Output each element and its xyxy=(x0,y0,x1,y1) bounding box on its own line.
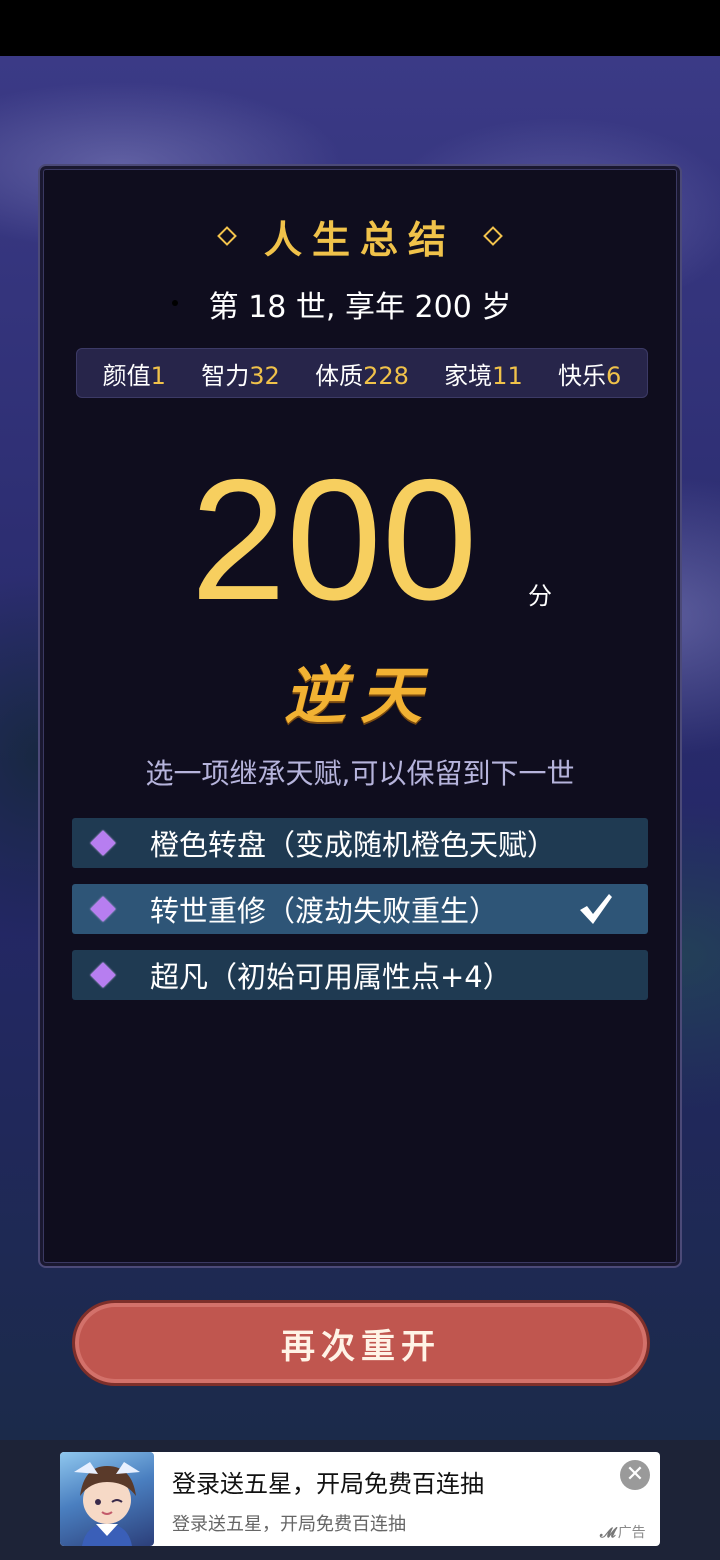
diamond-ornament-icon xyxy=(217,226,237,246)
ad-label: 𝓜 广告 xyxy=(600,1522,646,1542)
ad-label-text: 广告 xyxy=(617,1525,646,1541)
attribute-label: 快乐 xyxy=(558,361,607,390)
diamond-ornament-icon xyxy=(483,226,503,246)
attribute-label: 颜值 xyxy=(102,361,151,390)
score-value: 200 xyxy=(190,444,478,636)
inherit-option-label: 转世重修（渡劫失败重生） xyxy=(150,894,499,928)
diamond-bullet-icon xyxy=(90,896,116,922)
summary-title-text: 人生总结 xyxy=(263,216,456,262)
inherit-option[interactable]: 橙色转盘（变成随机橙色天赋） xyxy=(72,818,648,868)
inherit-option[interactable]: 超凡（初始可用属性点+4） xyxy=(72,950,648,1000)
inherit-prompt: 选一项继承天赋,可以保留到下一世 xyxy=(145,757,575,790)
attribute-value: 11 xyxy=(492,361,523,390)
attribute-value: 1 xyxy=(150,361,166,390)
diamond-bullet-icon xyxy=(90,962,116,988)
life-subtitle: 第 18 世, 享年 200 岁 xyxy=(208,290,512,325)
ad-character-image xyxy=(60,1452,154,1546)
score-unit: 分 xyxy=(528,582,552,610)
attribute-item: 颜值1 xyxy=(103,356,166,391)
ad-card[interactable]: 登录送五星，开局免费百连抽 登录送五星，开局免费百连抽 ✕ 𝓜 广告 xyxy=(60,1452,660,1546)
attributes-bar: 颜值1 智力32 体质228 家境11 快乐6 xyxy=(76,348,648,398)
attribute-label: 体质 xyxy=(315,361,364,390)
attribute-item: 家境11 xyxy=(444,356,523,391)
ad-title: 登录送五星，开局免费百连抽 xyxy=(172,1470,484,1498)
attribute-item: 体质228 xyxy=(315,356,409,391)
attribute-label: 家境 xyxy=(444,361,493,390)
inherit-option-label: 橙色转盘（变成随机橙色天赋） xyxy=(150,828,557,862)
ad-description: 登录送五星，开局免费百连抽 xyxy=(172,1514,406,1535)
score-grade: 逆天 xyxy=(283,659,436,732)
inherit-option-label: 超凡（初始可用属性点+4） xyxy=(150,960,512,994)
attribute-label: 智力 xyxy=(201,361,250,390)
attribute-value: 228 xyxy=(363,361,409,390)
attribute-value: 6 xyxy=(606,361,622,390)
diamond-bullet-icon xyxy=(90,830,116,856)
attribute-item: 智力32 xyxy=(201,356,280,391)
close-icon[interactable]: ✕ xyxy=(620,1460,650,1490)
ad-logo-icon: 𝓜 xyxy=(600,1525,616,1541)
summary-title: 人生总结 xyxy=(0,208,720,264)
status-bar xyxy=(0,0,720,56)
checkmark-icon xyxy=(580,894,612,924)
inherit-option-selected[interactable]: 转世重修（渡劫失败重生） xyxy=(72,884,648,934)
attribute-item: 快乐6 xyxy=(558,356,621,391)
restart-button[interactable]: 再次重开 xyxy=(72,1300,650,1386)
attribute-value: 32 xyxy=(249,361,280,390)
